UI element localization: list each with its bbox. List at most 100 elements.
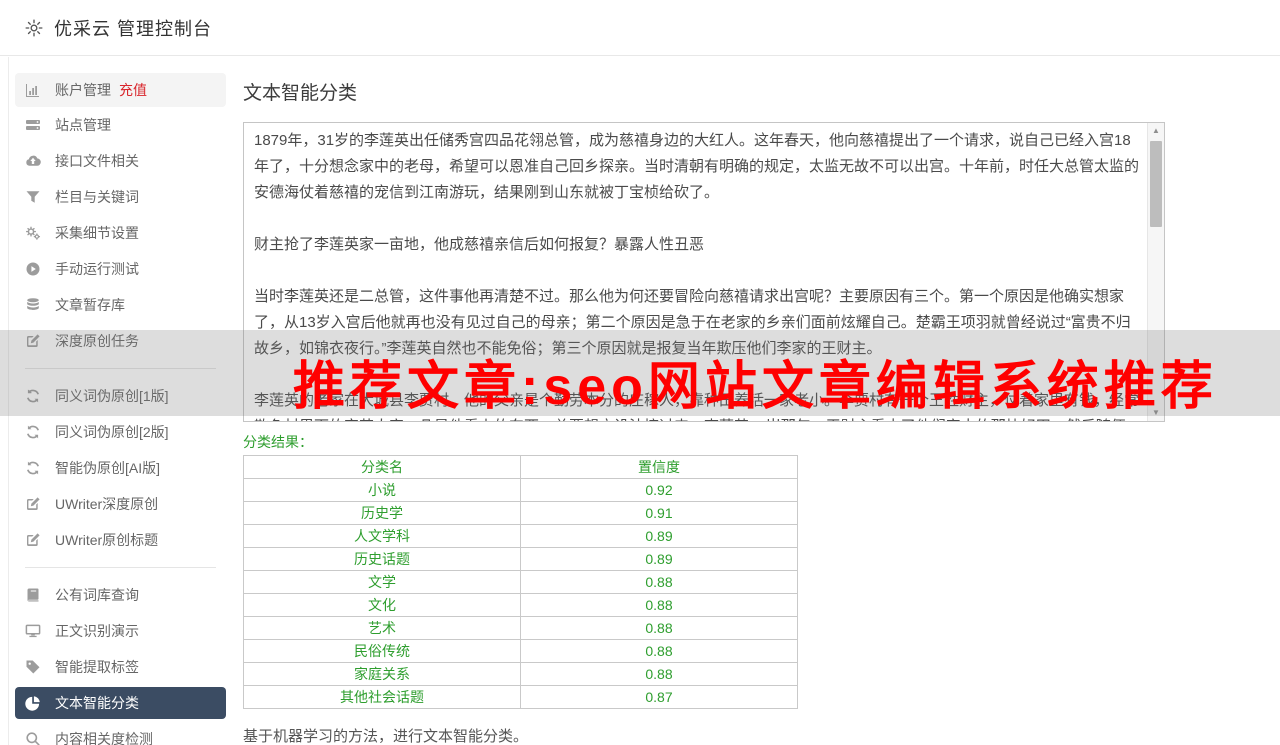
bar-chart-icon bbox=[25, 82, 41, 98]
sidebar-item-label: 接口文件相关 bbox=[55, 153, 139, 169]
gear-icon bbox=[24, 18, 44, 38]
classification-table: 分类名 置信度 小说 0.92 历史学 0.91 人文学科 0.89 历史话题 0.89… bbox=[243, 455, 798, 709]
sidebar-divider bbox=[25, 368, 216, 369]
refresh-icon bbox=[25, 460, 41, 476]
confidence-cell: 0.92 bbox=[520, 478, 798, 502]
sidebar-item-label: UWriter原创标题 bbox=[55, 532, 159, 548]
edit-icon bbox=[25, 532, 41, 548]
scroll-up-arrow-icon[interactable]: ▲ bbox=[1148, 124, 1164, 138]
table-row: 家庭关系 0.88 bbox=[243, 662, 798, 686]
sidebar-item-deep-original-task[interactable]: 深度原创任务 bbox=[9, 323, 232, 359]
category-cell: 人文学科 bbox=[243, 524, 521, 548]
edit-icon bbox=[25, 333, 41, 349]
sidebar-item-uwriter-deep[interactable]: UWriter深度原创 bbox=[9, 486, 232, 522]
table-row: 其他社会话题 0.87 bbox=[243, 685, 798, 709]
table-row: 人文学科 0.89 bbox=[243, 524, 798, 548]
sidebar-item-label: UWriter深度原创 bbox=[55, 496, 159, 512]
book-icon bbox=[25, 587, 41, 603]
sidebar-item-label: 文本智能分类 bbox=[55, 695, 139, 711]
confidence-cell: 0.88 bbox=[520, 662, 798, 686]
refresh-icon bbox=[25, 424, 41, 440]
sidebar-item-label: 同义词伪原创[2版] bbox=[55, 424, 169, 440]
sidebar-item-label: 栏目与关键词 bbox=[55, 189, 139, 205]
sidebar-item-sites[interactable]: 站点管理 bbox=[9, 107, 232, 143]
database-icon bbox=[25, 297, 41, 313]
category-cell: 其他社会话题 bbox=[243, 685, 521, 709]
sidebar-item-ai-rewrite[interactable]: 智能伪原创[AI版] bbox=[9, 450, 232, 486]
table-row: 民俗传统 0.88 bbox=[243, 639, 798, 663]
scroll-down-arrow-icon[interactable]: ▼ bbox=[1148, 406, 1164, 420]
sidebar-item-label: 账户管理 bbox=[55, 82, 111, 98]
sidebar-item-label: 同义词伪原创[1版] bbox=[55, 388, 169, 404]
sidebar-item-label: 内容相关度检测 bbox=[55, 731, 153, 745]
sidebar-item-label: 智能伪原创[AI版] bbox=[55, 460, 161, 476]
sidebar-divider bbox=[25, 567, 216, 568]
sidebar-item-account[interactable]: 账户管理 充值 bbox=[15, 73, 226, 107]
table-row: 历史学 0.91 bbox=[243, 501, 798, 525]
recharge-link[interactable]: 充值 bbox=[119, 80, 147, 100]
sidebar-item-synonym-rewrite-v1[interactable]: 同义词伪原创[1版] bbox=[9, 378, 232, 414]
article-textarea[interactable]: 1879年，31岁的李莲英出任储秀宫四品花翎总管，成为慈禧身边的大红人。这年春天… bbox=[243, 122, 1165, 422]
table-row: 文学 0.88 bbox=[243, 570, 798, 594]
gears-icon bbox=[25, 225, 41, 241]
sidebar-item-label: 深度原创任务 bbox=[55, 333, 139, 349]
sidebar-item-text-classification[interactable]: 文本智能分类 bbox=[15, 687, 226, 719]
table-header-row: 分类名 置信度 bbox=[243, 455, 798, 479]
sidebar-item-label: 手动运行测试 bbox=[55, 261, 139, 277]
confidence-cell: 0.88 bbox=[520, 570, 798, 594]
sidebar-item-uwriter-title[interactable]: UWriter原创标题 bbox=[9, 522, 232, 558]
sidebar-item-columns-keywords[interactable]: 栏目与关键词 bbox=[9, 179, 232, 215]
table-row: 艺术 0.88 bbox=[243, 616, 798, 640]
table-row: 文化 0.88 bbox=[243, 593, 798, 617]
sidebar-item-label: 文章暂存库 bbox=[55, 297, 125, 313]
confidence-cell: 0.88 bbox=[520, 639, 798, 663]
sidebar-item-collect-settings[interactable]: 采集细节设置 bbox=[9, 215, 232, 251]
tag-icon bbox=[25, 659, 41, 675]
article-text: 1879年，31岁的李莲英出任储秀宫四品花翎总管，成为慈禧身边的大红人。这年春天… bbox=[254, 132, 1140, 421]
search-icon bbox=[25, 731, 41, 745]
result-label: 分类结果： bbox=[243, 434, 313, 450]
category-cell: 历史学 bbox=[243, 501, 521, 525]
sidebar-item-label: 公有词库查询 bbox=[55, 587, 139, 603]
confidence-cell: 0.88 bbox=[520, 593, 798, 617]
category-cell: 文学 bbox=[243, 570, 521, 594]
sidebar-item-label: 智能提取标签 bbox=[55, 659, 139, 675]
app-title: 优采云 管理控制台 bbox=[54, 18, 213, 39]
scrollbar-thumb[interactable] bbox=[1150, 141, 1162, 227]
server-icon bbox=[25, 117, 41, 133]
sidebar-item-content-recognition[interactable]: 正文识别演示 bbox=[9, 613, 232, 649]
category-cell: 小说 bbox=[243, 478, 521, 502]
edit-icon bbox=[25, 496, 41, 512]
desktop-icon bbox=[25, 623, 41, 639]
confidence-cell: 0.87 bbox=[520, 685, 798, 709]
confidence-cell: 0.91 bbox=[520, 501, 798, 525]
category-cell: 家庭关系 bbox=[243, 662, 521, 686]
scrollbar[interactable]: ▲ ▼ bbox=[1147, 123, 1164, 421]
sidebar-item-manual-test[interactable]: 手动运行测试 bbox=[9, 251, 232, 287]
sidebar-item-tag-extract[interactable]: 智能提取标签 bbox=[9, 649, 232, 685]
table-row: 小说 0.92 bbox=[243, 478, 798, 502]
category-cell: 艺术 bbox=[243, 616, 521, 640]
footer-note: 基于机器学习的方法，进行文本智能分类。 bbox=[243, 728, 529, 745]
column-header-category: 分类名 bbox=[243, 455, 521, 479]
sidebar-item-article-storage[interactable]: 文章暂存库 bbox=[9, 287, 232, 323]
page-title: 文本智能分类 bbox=[243, 83, 358, 104]
sidebar-item-interface-files[interactable]: 接口文件相关 bbox=[9, 143, 232, 179]
table-row: 历史话题 0.89 bbox=[243, 547, 798, 571]
sidebar-item-label: 站点管理 bbox=[55, 117, 111, 133]
filter-icon bbox=[25, 189, 41, 205]
confidence-cell: 0.89 bbox=[520, 547, 798, 571]
confidence-cell: 0.89 bbox=[520, 524, 798, 548]
refresh-icon bbox=[25, 388, 41, 404]
sidebar-item-synonym-rewrite-v2[interactable]: 同义词伪原创[2版] bbox=[9, 414, 232, 450]
sidebar-item-relevance-check[interactable]: 内容相关度检测 bbox=[9, 721, 232, 745]
category-cell: 历史话题 bbox=[243, 547, 521, 571]
sidebar: 账户管理 充值 站点管理 接口文件相关 栏目与关键词 采集细节设置 手动运行测试 bbox=[8, 57, 232, 745]
sidebar-item-label: 采集细节设置 bbox=[55, 225, 139, 241]
category-cell: 民俗传统 bbox=[243, 639, 521, 663]
cloud-upload-icon bbox=[25, 153, 41, 169]
app-header: 优采云 管理控制台 bbox=[0, 0, 1280, 56]
pie-chart-icon bbox=[25, 695, 41, 711]
sidebar-item-public-lexicon[interactable]: 公有词库查询 bbox=[9, 577, 232, 613]
play-circle-icon bbox=[25, 261, 41, 277]
